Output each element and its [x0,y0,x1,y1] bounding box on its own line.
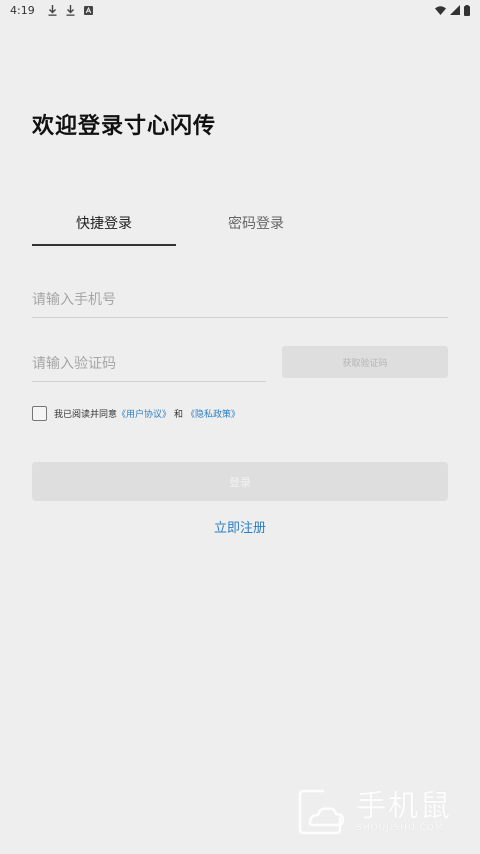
page-title: 欢迎登录寸心闪传 [32,114,217,139]
active-tab-indicator [32,244,176,246]
watermark-cn: 手机鼠 [356,789,452,824]
login-tabs: 快捷登录 密码登录 [32,208,448,246]
a-icon [83,5,93,15]
status-bar: 4:19 [0,0,480,20]
download-icon [66,4,75,16]
code-field [32,346,266,382]
wifi-icon [435,5,446,15]
agreement-checkbox[interactable] [32,405,47,421]
register-link[interactable]: 立即注册 [0,517,480,536]
battery-icon [464,4,470,16]
login-button[interactable]: 登录 [32,462,448,501]
watermark: 手机鼠 SHOUJISHU.COM [296,786,466,838]
watermark-text: 手机鼠 SHOUJISHU.COM [356,789,452,834]
status-time: 4:19 [10,3,35,17]
signal-icon [450,5,460,15]
agreement-row: 我已阅读并同意 《用户协议》 和 《隐私政策》 [32,404,240,422]
watermark-logo-icon [298,789,345,835]
get-code-button[interactable]: 获取验证码 [282,346,448,378]
privacy-policy-link[interactable]: 《隐私政策》 [186,407,240,420]
download-icon [48,4,57,16]
user-agreement-link[interactable]: 《用户协议》 [117,407,171,420]
tab-quick-login[interactable]: 快捷登录 [32,208,176,246]
phone-field [32,282,448,318]
status-right [435,4,470,16]
agreement-prefix: 我已阅读并同意 [54,409,118,420]
phone-input[interactable] [32,282,448,317]
agreement-and: 和 [174,409,184,420]
watermark-en: SHOUJISHU.COM [356,823,444,833]
status-left: 4:19 [10,4,93,17]
tab-password-login[interactable]: 密码登录 [184,208,328,246]
verification-code-input[interactable] [32,346,266,381]
